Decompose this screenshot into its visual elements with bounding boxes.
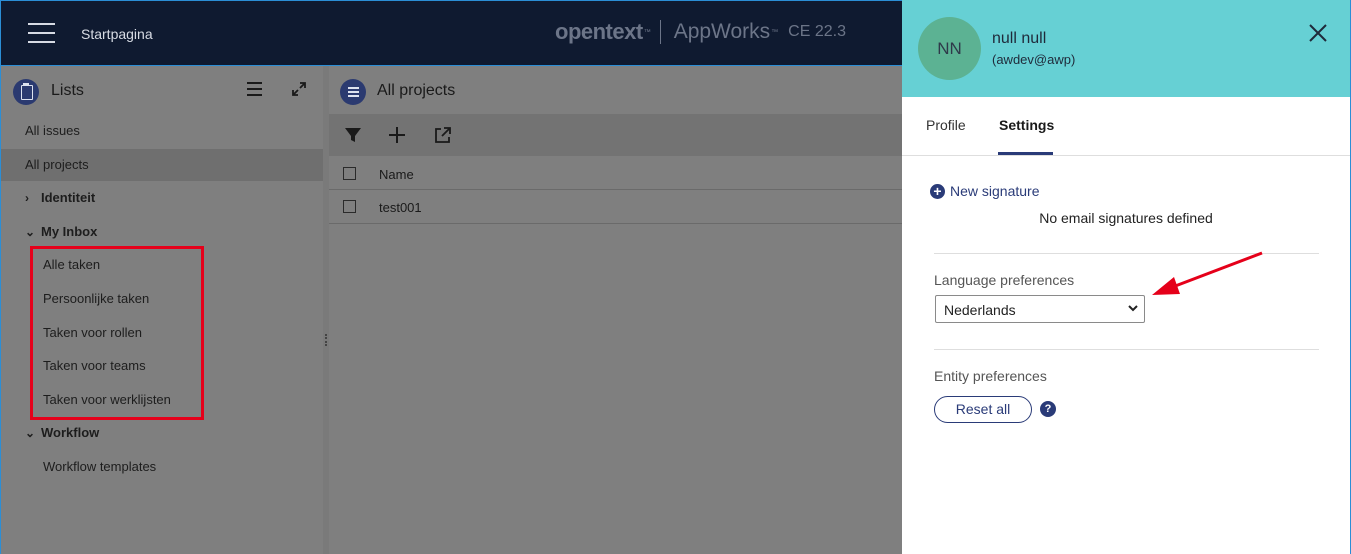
clipboard-icon [13,79,39,105]
nav-item-workflow-templates[interactable]: Workflow templates [1,451,324,483]
nav-group-label: Workflow [41,425,100,440]
nav-group-my-inbox[interactable]: ⌄ My Inbox [1,216,324,248]
tab-settings[interactable]: Settings [999,117,1054,133]
entity-preferences-label: Entity preferences [934,368,1047,384]
nav-group-workflow[interactable]: ⌄ Workflow [1,417,324,449]
hamburger-menu-icon[interactable] [28,23,55,45]
active-tab-indicator [998,152,1053,155]
profile-tabs: Profile Settings [902,97,1350,156]
user-id: (awdev@awp) [992,52,1076,67]
avatar: NN [918,17,981,80]
no-signatures-text: No email signatures defined [1039,210,1213,226]
nav-item-alle-taken[interactable]: Alle taken [1,249,324,281]
table-row[interactable]: test001 [329,191,902,224]
projects-toolbar [329,114,902,156]
nav-item-taken-voor-werklijsten[interactable]: Taken voor werklijsten [1,384,324,416]
row-name-cell[interactable]: test001 [379,200,422,215]
language-select-value: Nederlands [944,302,1016,318]
profile-header: NN null null (awdev@awp) [902,0,1350,97]
close-icon[interactable] [1307,22,1329,44]
nav-item-all-issues[interactable]: All issues [1,115,324,147]
user-profile-panel: NN null null (awdev@awp) Profile Setting… [902,0,1351,554]
user-name: null null [992,30,1047,47]
nav-item-persoonlijke-taken[interactable]: Persoonlijke taken [1,283,324,315]
language-select[interactable]: Nederlands [935,295,1145,323]
nav-group-identiteit[interactable]: › Identiteit [1,182,324,214]
list-view-icon[interactable] [247,82,262,96]
select-all-checkbox[interactable] [343,167,356,180]
column-header-name[interactable]: Name [379,167,414,182]
page-title[interactable]: Startpagina [81,26,153,42]
nav-group-label: My Inbox [41,224,98,239]
brand-logo: opentext ™ AppWorks ™ CE 22.3 [555,19,846,44]
open-external-icon[interactable] [433,125,453,145]
nav-group-label: Identiteit [41,190,96,205]
nav-item-taken-voor-rollen[interactable]: Taken voor rollen [1,317,324,349]
filter-icon[interactable] [343,125,363,145]
tab-profile[interactable]: Profile [926,117,966,133]
add-icon[interactable] [387,125,407,145]
nav-item-taken-voor-teams[interactable]: Taken voor teams [1,350,324,382]
row-checkbox[interactable] [343,200,356,213]
chevron-down-icon: ⌄ [25,426,36,440]
chevron-right-icon: › [25,191,29,205]
expand-icon[interactable] [291,81,307,97]
lists-panel: Lists All issues All projects › Identite… [0,66,324,554]
divider [934,253,1319,254]
projects-panel-header: All projects [329,66,902,114]
grid-header-row: Name [329,158,902,190]
help-icon[interactable]: ? [1040,401,1056,417]
chevron-down-icon: ⌄ [25,225,36,239]
nav-item-all-projects[interactable]: All projects [1,149,324,181]
divider [934,349,1319,350]
language-preferences-label: Language preferences [934,272,1075,288]
projects-panel-title: All projects [377,82,456,99]
reset-all-button[interactable]: Reset all [934,396,1032,423]
chevron-down-icon [1128,305,1138,312]
list-icon [340,79,366,105]
plus-circle-icon: + [930,183,945,199]
new-signature-link[interactable]: + New signature [930,183,1040,199]
projects-panel: All projects Name test001 [329,66,902,554]
lists-panel-header: Lists [1,66,323,114]
lists-panel-title: Lists [51,82,84,99]
